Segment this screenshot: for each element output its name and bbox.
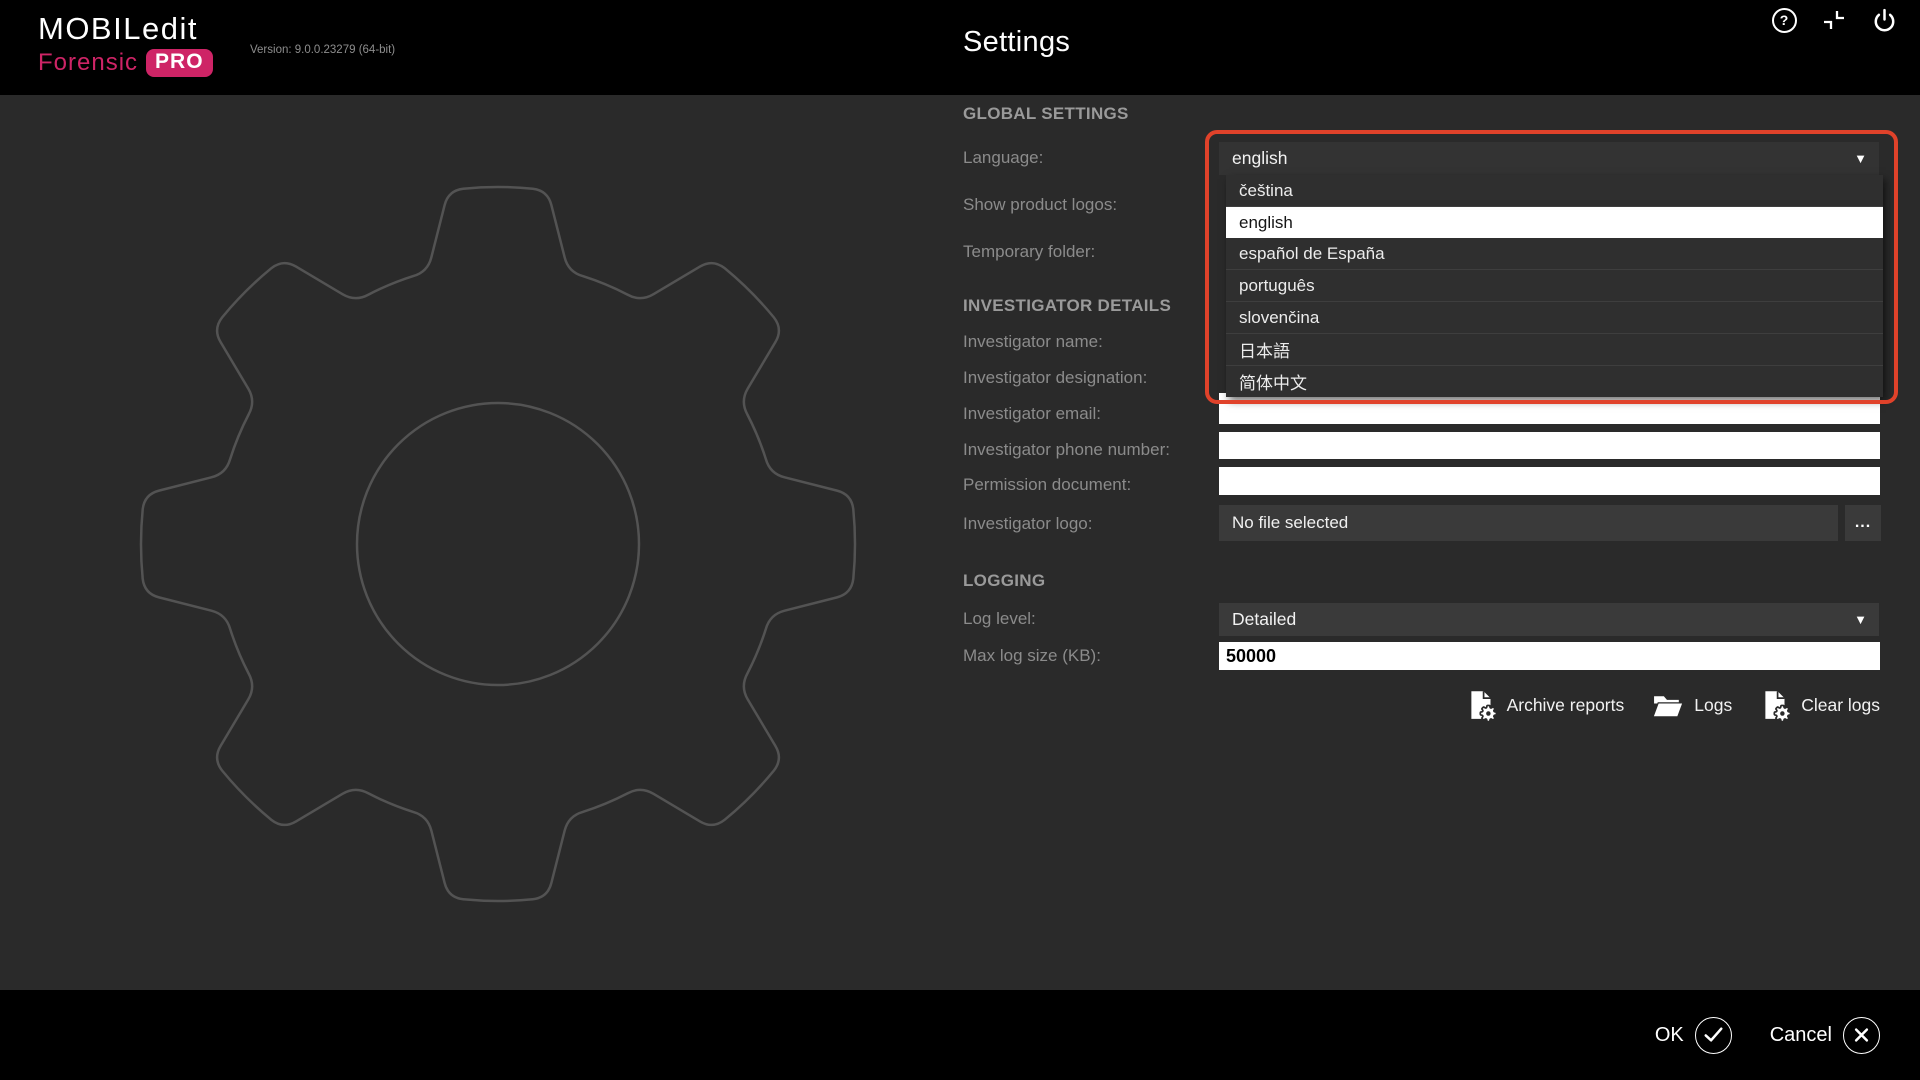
close-icon bbox=[1843, 1017, 1880, 1054]
language-option[interactable]: português bbox=[1226, 270, 1883, 302]
log-level-label: Log level: bbox=[963, 609, 1036, 629]
show-product-logos-label: Show product logos: bbox=[963, 195, 1117, 215]
archive-reports-label: Archive reports bbox=[1507, 695, 1625, 716]
investigator-email-field[interactable] bbox=[1219, 393, 1880, 424]
language-dropdown[interactable]: english ▼ bbox=[1219, 142, 1879, 175]
cancel-label: Cancel bbox=[1770, 1024, 1832, 1047]
permission-document-field[interactable] bbox=[1219, 467, 1880, 495]
permission-document-label: Permission document: bbox=[963, 475, 1131, 495]
settings-window: MOBILedit Forensic PRO Version: 9.0.0.23… bbox=[0, 0, 1920, 1080]
clear-logs-label: Clear logs bbox=[1801, 695, 1880, 716]
logo-mobiledit: MOBILedit bbox=[38, 11, 213, 47]
max-log-size-label: Max log size (KB): bbox=[963, 646, 1101, 666]
archive-reports-button[interactable]: Archive reports bbox=[1466, 688, 1625, 722]
investigator-logo-field[interactable]: No file selected bbox=[1219, 505, 1838, 541]
log-level-dropdown[interactable]: Detailed ▼ bbox=[1219, 603, 1879, 636]
language-option[interactable]: 日本語 bbox=[1226, 334, 1883, 366]
page-title: Settings bbox=[963, 26, 1070, 59]
language-option[interactable]: 简体中文 bbox=[1226, 366, 1883, 397]
language-option[interactable]: español de España bbox=[1226, 238, 1883, 270]
browse-file-button[interactable]: ... bbox=[1845, 505, 1881, 541]
language-option[interactable]: čeština bbox=[1226, 175, 1883, 207]
logging-heading: LOGGING bbox=[963, 571, 1045, 591]
investigator-designation-label: Investigator designation: bbox=[963, 368, 1147, 388]
language-option[interactable]: slovenčina bbox=[1226, 302, 1883, 334]
footer-bar: OK Cancel bbox=[0, 990, 1920, 1080]
cancel-button[interactable]: Cancel bbox=[1770, 1017, 1880, 1054]
language-options-list: čeština english español de España portug… bbox=[1226, 175, 1883, 397]
chevron-down-icon: ▼ bbox=[1854, 152, 1867, 165]
global-settings-heading: GLOBAL SETTINGS bbox=[963, 104, 1129, 124]
investigator-email-label: Investigator email: bbox=[963, 404, 1101, 424]
max-log-size-field[interactable]: 50000 bbox=[1219, 642, 1880, 670]
folder-icon bbox=[1652, 690, 1685, 721]
logs-label: Logs bbox=[1694, 695, 1732, 716]
investigator-logo-label: Investigator logo: bbox=[963, 514, 1092, 534]
clear-logs-button[interactable]: Clear logs bbox=[1760, 688, 1880, 722]
temporary-folder-label: Temporary folder: bbox=[963, 242, 1095, 262]
log-actions-row: Archive reports Logs Clear logs bbox=[1466, 688, 1880, 722]
title-bar: MOBILedit Forensic PRO Version: 9.0.0.23… bbox=[0, 0, 1920, 95]
language-selected-value: english bbox=[1232, 148, 1854, 169]
investigator-phone-label: Investigator phone number: bbox=[963, 440, 1170, 460]
report-gear-icon bbox=[1760, 688, 1792, 722]
logs-button[interactable]: Logs bbox=[1652, 690, 1732, 721]
power-icon[interactable] bbox=[1870, 6, 1898, 34]
language-label: Language: bbox=[963, 148, 1043, 168]
log-level-value: Detailed bbox=[1232, 609, 1854, 630]
investigator-phone-field[interactable] bbox=[1219, 432, 1880, 459]
resize-icon[interactable] bbox=[1820, 6, 1848, 34]
investigator-name-label: Investigator name: bbox=[963, 332, 1103, 352]
logo-pro-badge: PRO bbox=[146, 49, 213, 77]
version-text: Version: 9.0.0.23279 (64-bit) bbox=[250, 44, 395, 56]
chevron-down-icon: ▼ bbox=[1854, 613, 1867, 626]
check-icon bbox=[1695, 1017, 1732, 1054]
report-gear-icon bbox=[1466, 688, 1498, 722]
language-option[interactable]: english bbox=[1226, 207, 1883, 238]
ok-button[interactable]: OK bbox=[1655, 1017, 1732, 1054]
app-logo: MOBILedit Forensic PRO bbox=[38, 11, 213, 77]
ok-label: OK bbox=[1655, 1024, 1684, 1047]
investigator-details-heading: INVESTIGATOR DETAILS bbox=[963, 296, 1171, 316]
logo-forensic: Forensic bbox=[38, 49, 138, 77]
help-icon[interactable]: ? bbox=[1770, 6, 1798, 34]
